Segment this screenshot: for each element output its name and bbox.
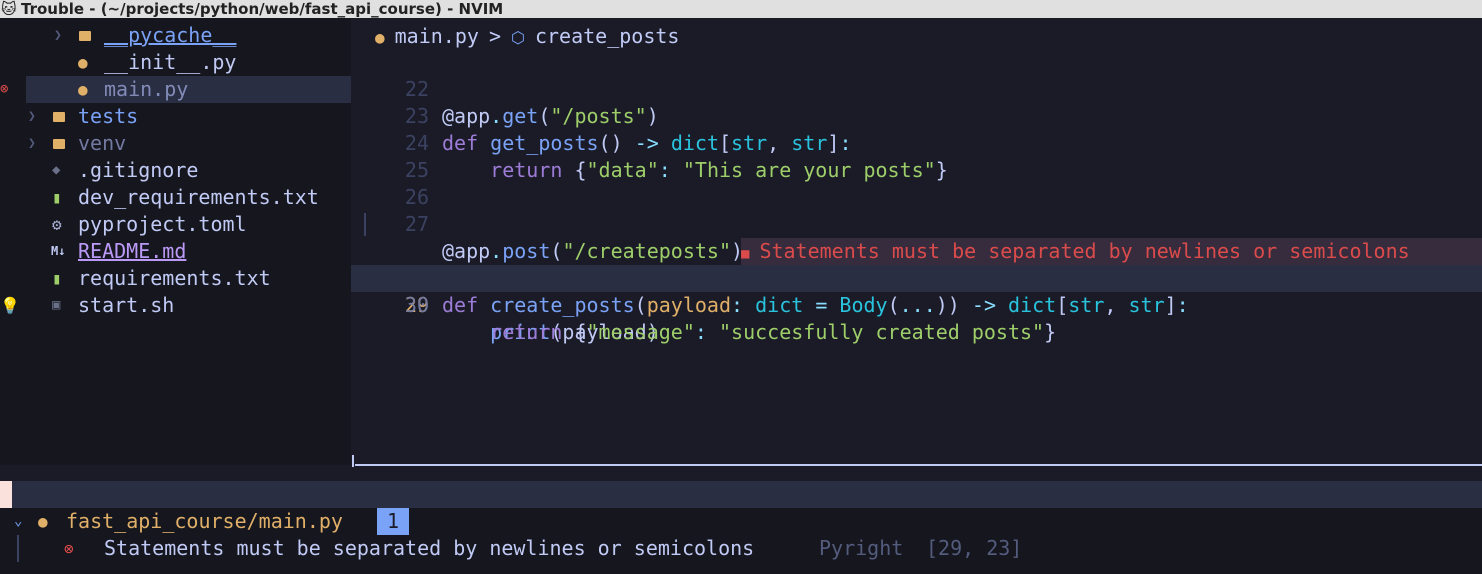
code-line[interactable]: ⊗ 29 print(payload) ■Statements must be … [351, 238, 1482, 344]
winbar-breadcrumb: ● main.py > ⬡ create_posts [375, 23, 679, 49]
text-file-icon: ▮ [52, 188, 62, 207]
code-line[interactable]: 22 @app.get("/posts") [351, 49, 1482, 128]
python-icon: ● [78, 80, 88, 99]
selection-highlight [26, 76, 351, 103]
code-line[interactable]: 28 def create_posts(payload: dict = Body… [351, 211, 1482, 317]
diagnostic-message: Statements must be separated by newlines… [759, 239, 1410, 263]
function-symbol-icon: ⬡ [510, 28, 525, 47]
tree-item-main[interactable]: ⊗ ● main.py [0, 76, 351, 103]
code-editor[interactable]: ● main.py > ⬡ create_posts 22 @app.get("/pos… [351, 18, 1482, 465]
tree-item-label: venv [78, 131, 127, 155]
trouble-file-path[interactable]: fast_api_course/main.py [66, 508, 343, 535]
tree-item-tests[interactable]: ❯ tests [0, 103, 351, 130]
split-corner [352, 455, 354, 467]
tree-item-venv[interactable]: ❯ venv [0, 130, 351, 157]
code-line[interactable]: 25 [351, 130, 1482, 182]
markdown-icon: M↓ [51, 244, 66, 258]
tree-item-label: README.md [78, 239, 187, 263]
tree-item-pycache[interactable]: ❯ __pycache__ [0, 22, 351, 49]
terminal-icon: ▣ [52, 297, 61, 313]
code-line[interactable]: 27 @app.post("/createposts") [351, 184, 1482, 263]
lightbulb-icon[interactable]: 💡 [0, 292, 20, 319]
tree-item-label: __init__.py [104, 50, 237, 74]
line-number: 30 [404, 293, 429, 317]
chevron-down-icon[interactable]: ⌄ [14, 508, 22, 535]
tree-item-pyproject[interactable]: ⚙ pyproject.toml [0, 211, 351, 238]
folder-icon [79, 31, 91, 41]
line-content: return {"message": "succesfully created … [490, 320, 1057, 344]
error-icon: ⊗ [0, 81, 9, 97]
trouble-message: Statements must be separated by newlines… [104, 536, 755, 560]
tree-item-label: requirements.txt [78, 266, 271, 290]
scope-indicator [364, 213, 366, 236]
cat-icon: 🐱 [1, 0, 17, 18]
diagnostic-virtual-text: ■ Statements must be separated by newline… [741, 238, 1482, 265]
code-line[interactable]: 26 [351, 157, 1482, 209]
window-titlebar: 🐱 Trouble - (~/projects/python/web/fast_a… [0, 0, 1482, 18]
git-icon: ◆ [52, 162, 61, 178]
tree-item-label: __pycache__ [104, 23, 237, 47]
folder-icon [53, 139, 65, 149]
trouble-count-badge: 1 [377, 508, 410, 535]
diagnostic-marker: ■ [741, 246, 750, 262]
trouble-file-group[interactable]: ⌄ ● fast_api_course/main.py 1 [0, 508, 1482, 535]
code-line-current[interactable]: 30 return {"message": "succesfully creat… [351, 265, 1482, 344]
chevron-right-icon[interactable]: ❯ [54, 22, 62, 49]
folder-icon [53, 112, 65, 122]
trouble-source: Pyright [819, 536, 904, 560]
indent-guide [17, 535, 19, 562]
chevron-right-icon[interactable]: ❯ [28, 103, 36, 130]
breadcrumb-separator: > [488, 24, 501, 48]
chevron-right-icon[interactable]: ❯ [28, 130, 36, 157]
code-line[interactable]: 24 return {"data": "This are your posts"… [351, 103, 1482, 182]
breadcrumb-file[interactable]: main.py [395, 24, 479, 48]
file-tree[interactable]: ❯ __pycache__ ● __init__.py ⊗ ● main.py … [0, 18, 351, 465]
text-file-icon: ▮ [52, 269, 62, 288]
cursor [0, 481, 12, 508]
tree-item-label: dev_requirements.txt [78, 185, 319, 209]
tree-item-label: pyproject.toml [78, 212, 247, 236]
python-icon: ● [375, 28, 385, 47]
window-title: Trouble - (~/projects/python/web/fast_ap… [21, 0, 504, 18]
statusline [0, 481, 1482, 508]
tree-item-readme[interactable]: M↓ README.md [0, 238, 351, 265]
tree-item-dev-requirements[interactable]: ▮ dev_requirements.txt [0, 184, 351, 211]
trouble-panel[interactable]: ⌄ ● fast_api_course/main.py 1 ⊗ Statemen… [0, 508, 1482, 574]
python-icon: ● [78, 53, 88, 72]
error-icon: ⊗ [64, 539, 74, 558]
code-line[interactable]: 23 def get_posts() -> dict[str, str]: [351, 76, 1482, 155]
line-content: def create_posts(payload: dict = Body(..… [442, 293, 1189, 317]
gear-icon: ⚙ [52, 215, 62, 234]
trouble-position: [29, 23] [926, 536, 1023, 560]
python-icon: ● [38, 512, 48, 531]
tree-item-label: start.sh [78, 293, 175, 317]
horizontal-split-border[interactable] [355, 464, 1482, 466]
tree-item-start[interactable]: 💡 ▣ start.sh [0, 292, 351, 319]
tree-item-gitignore[interactable]: ◆ .gitignore [0, 157, 351, 184]
tree-item-label: tests [78, 104, 139, 128]
tree-item-label: .gitignore [78, 158, 199, 182]
tree-item-label: main.py [104, 77, 189, 101]
breadcrumb-symbol[interactable]: create_posts [535, 24, 680, 48]
trouble-item[interactable]: ⊗ Statements must be separated by newlin… [0, 535, 1482, 562]
tree-item-init[interactable]: ● __init__.py [0, 49, 351, 76]
tree-item-requirements[interactable]: ▮ requirements.txt [0, 265, 351, 292]
